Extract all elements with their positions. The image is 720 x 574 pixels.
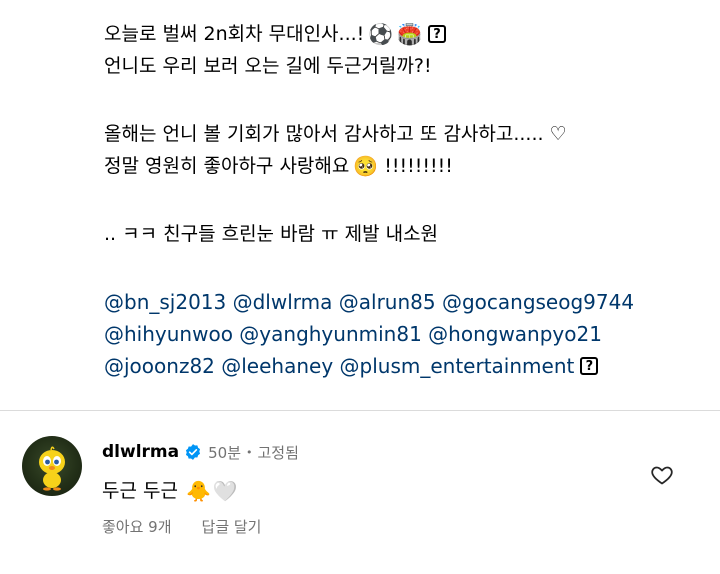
caption-line-2: 언니도 우리 보러 오는 길에 두근거릴까?! xyxy=(104,50,704,82)
mentions-line-2: @hihyunwoo @yanghyunmin81 @hongwanpyo21 xyxy=(104,318,704,350)
comment-text: 두근 두근 xyxy=(102,480,178,502)
pleading-face-emoji: 🥺 xyxy=(353,154,379,178)
post-caption: 오늘로 벌써 2n회차 무대인사...! ⚽ 🏟️ ? 언니도 우리 보러 오는… xyxy=(104,18,704,382)
comment-actions: 좋아요 9개 답글 달기 xyxy=(102,516,299,537)
caption-line-4: 정말 영원히 좋아하구 사랑해요 🥺 !!!!!!!!! xyxy=(104,150,704,182)
caption-text-1: 오늘로 벌써 2n회차 무대인사...! xyxy=(104,23,365,45)
caption-text-3: 올해는 언니 볼 기회가 많아서 감사하고 또 감사하고..... ♡ xyxy=(104,123,567,145)
comment-body: 두근 두근 🐥 🤍 xyxy=(102,476,299,506)
mention-link[interactable]: @leehaney xyxy=(221,350,333,382)
comment-divider xyxy=(0,410,720,411)
mention-link[interactable]: @jooonz82 xyxy=(104,350,215,382)
caption-text-4: 정말 영원히 좋아하구 사랑해요 xyxy=(104,155,350,177)
mention-link[interactable]: @gocangseog9744 xyxy=(442,290,634,314)
mention-link[interactable]: @hihyunwoo xyxy=(104,322,233,346)
missing-glyph-box: ? xyxy=(580,357,599,375)
mention-link[interactable]: @yanghyunmin81 xyxy=(239,322,422,346)
meta-separator: • xyxy=(246,445,253,459)
reply-button[interactable]: 답글 달기 xyxy=(202,516,262,537)
stadium-emoji: 🏟️ xyxy=(397,22,423,46)
caption-line-5: .. ㅋㅋ 친구들 흐린눈 바람 ㅠ 제발 내소원 xyxy=(104,218,704,250)
tweety-avatar-icon xyxy=(39,446,65,491)
likes-count[interactable]: 좋아요 9개 xyxy=(102,516,172,537)
avatar[interactable] xyxy=(22,436,82,496)
comment-username[interactable]: dlwlrma xyxy=(102,442,179,462)
white-heart-emoji: 🤍 xyxy=(212,479,238,503)
mention-link[interactable]: @hongwanpyo21 xyxy=(428,322,602,346)
comment: dlwlrma 50분 • 고정됨 두근 두근 🐥 🤍 좋아요 9개 답글 달기 xyxy=(102,440,299,537)
mention-link[interactable]: @alrun85 xyxy=(339,290,436,314)
comment-header: dlwlrma 50분 • 고정됨 xyxy=(102,440,299,464)
mention-link[interactable]: @dlwlrma xyxy=(233,290,333,314)
mentions-line-1: @bn_sj2013 @dlwlrma @alrun85 @gocangseog… xyxy=(104,286,704,318)
comment-time: 50분 xyxy=(208,443,241,462)
mention-link[interactable]: @plusm_entertainment xyxy=(340,350,575,382)
pinned-label: 고정됨 xyxy=(257,443,299,462)
missing-glyph-box: ? xyxy=(428,25,447,43)
caption-text-2: 언니도 우리 보러 오는 길에 두근거릴까?! xyxy=(104,55,432,77)
chick-emoji: 🐥 xyxy=(185,479,211,503)
heart-icon[interactable] xyxy=(650,463,674,487)
soccer-ball-emoji: ⚽ xyxy=(368,22,394,46)
verified-badge-icon xyxy=(186,444,201,460)
caption-text-5: .. ㅋㅋ 친구들 흐린눈 바람 ㅠ 제발 내소원 xyxy=(104,223,439,245)
mention-link[interactable]: @bn_sj2013 xyxy=(104,290,226,314)
caption-text-4-tail: !!!!!!!!! xyxy=(384,155,453,177)
mentions-line-3: @jooonz82 @leehaney @plusm_entertainment… xyxy=(104,350,704,382)
caption-line-1: 오늘로 벌써 2n회차 무대인사...! ⚽ 🏟️ ? xyxy=(104,18,704,50)
caption-line-3: 올해는 언니 볼 기회가 많아서 감사하고 또 감사하고..... ♡ xyxy=(104,118,704,150)
